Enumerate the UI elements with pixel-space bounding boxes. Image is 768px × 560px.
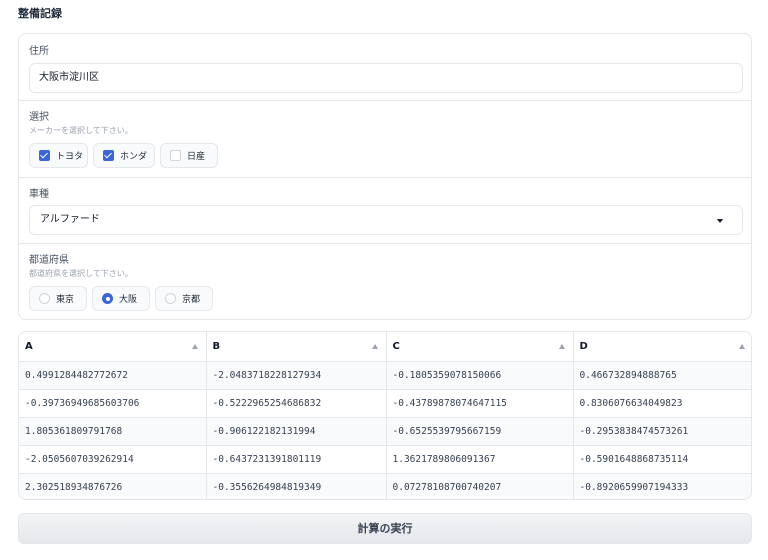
table-cell[interactable]: -0.5222965254686832 [206, 389, 387, 418]
column-header-d[interactable]: D [573, 332, 751, 362]
page-title: 整備記録 [18, 7, 62, 20]
maker-section: 選択 メーカーを選択して下さい。 トヨタ ホンダ 日産 [19, 101, 751, 178]
table-cell[interactable]: 0.4991284482772672 [19, 361, 207, 390]
table-cell[interactable]: 0.8306076634049823 [573, 389, 751, 418]
table-cell[interactable]: -2.0505607039262914 [19, 445, 207, 474]
vehicle-section: 車種 アルファード [19, 178, 751, 244]
table-row: 0.4991284482772672 -2.0483718228127934 -… [19, 361, 751, 390]
address-input[interactable]: 大阪市淀川区 [29, 63, 743, 93]
address-label: 住所 [29, 46, 49, 57]
column-header-label: C [392, 340, 400, 352]
table-cell[interactable]: -0.1805359078150066 [386, 361, 574, 390]
table-cell[interactable]: -0.3556264984819349 [206, 473, 387, 499]
table-cell[interactable]: 1.805361809791768 [19, 417, 207, 446]
column-header-label: D [579, 340, 588, 352]
prefecture-radio-tokyo[interactable]: 東京 [29, 286, 87, 311]
table-cell[interactable]: -0.6525539795667159 [386, 417, 574, 446]
prefecture-info: 都道府県を選択して下さい。 [29, 269, 133, 278]
table-row: -0.39736949685603706 -0.5222965254686832… [19, 389, 751, 418]
prefecture-radio-kyoto[interactable]: 京都 [155, 286, 213, 311]
maker-checkbox-nissan[interactable]: 日産 [160, 143, 218, 168]
sort-arrow-icon[interactable] [371, 344, 378, 349]
radio-unselected-icon [165, 293, 176, 304]
column-header-b[interactable]: B [206, 332, 387, 362]
sort-arrow-icon[interactable] [191, 344, 198, 349]
vehicle-dropdown[interactable]: アルファード [29, 205, 743, 235]
sort-arrow-icon[interactable] [558, 344, 565, 349]
radio-unselected-icon [39, 293, 50, 304]
table-cell[interactable]: -2.0483718228127934 [206, 361, 387, 390]
prefecture-label: 都道府県 [29, 255, 69, 266]
table-row: -2.0505607039262914 -0.6437231391801119 … [19, 445, 751, 474]
prefecture-option-label: 京都 [182, 295, 201, 305]
prefecture-option-label: 大阪 [119, 295, 138, 305]
chevron-down-icon [717, 219, 723, 223]
maker-label: 選択 [29, 112, 49, 123]
table-cell[interactable]: 0.07278108700740207 [386, 473, 574, 499]
checkbox-checked-icon [103, 150, 114, 161]
table-cell[interactable]: -0.43789878074647115 [386, 389, 574, 418]
maker-info: メーカーを選択して下さい。 [29, 126, 133, 135]
prefecture-radio-osaka[interactable]: 大阪 [92, 286, 150, 311]
table-cell[interactable]: -0.5901648868735114 [573, 445, 751, 474]
column-header-label: B [212, 340, 221, 352]
table-cell[interactable]: 0.466732894888765 [573, 361, 751, 390]
table-row: 2.302518934876726 -0.3556264984819349 0.… [19, 473, 751, 499]
checkbox-checked-icon [39, 150, 50, 161]
checkbox-unchecked-icon [170, 150, 181, 161]
table-cell[interactable]: -0.39736949685603706 [19, 389, 207, 418]
table-row: 1.805361809791768 -0.906122182131994 -0.… [19, 417, 751, 446]
run-calculation-button[interactable]: 計算の実行 [18, 513, 752, 544]
column-header-a[interactable]: A [19, 332, 207, 362]
column-header-label: A [25, 340, 33, 352]
form-panel: 住所 大阪市淀川区 選択 メーカーを選択して下さい。 トヨタ ホンダ 日産 車種… [18, 33, 752, 320]
vehicle-label: 車種 [29, 189, 49, 200]
maker-option-label: ホンダ [120, 152, 148, 162]
table-cell[interactable]: -0.906122182131994 [206, 417, 387, 446]
maker-option-label: 日産 [187, 152, 206, 162]
table-cell[interactable]: -0.8920659907194333 [573, 473, 751, 499]
address-section: 住所 大阪市淀川区 [19, 34, 751, 101]
prefecture-option-label: 東京 [56, 295, 75, 305]
table-cell[interactable]: -0.2953838474573261 [573, 417, 751, 446]
maker-option-label: トヨタ [56, 152, 84, 162]
sort-arrow-icon[interactable] [739, 344, 745, 349]
data-table: A B C D 0.4991284482772672 -2.0483718228… [18, 331, 752, 500]
prefecture-section: 都道府県 都道府県を選択して下さい。 東京 大阪 京都 [19, 244, 751, 321]
table-cell[interactable]: -0.6437231391801119 [206, 445, 387, 474]
maker-checkbox-toyota[interactable]: トヨタ [29, 143, 88, 168]
table-header-row: A B C D [19, 332, 751, 362]
maker-checkbox-honda[interactable]: ホンダ [93, 143, 155, 168]
vehicle-dropdown-value: アルファード [40, 214, 100, 225]
column-header-c[interactable]: C [386, 332, 574, 362]
radio-selected-icon [102, 293, 113, 304]
table-cell[interactable]: 2.302518934876726 [19, 473, 207, 499]
table-cell[interactable]: 1.3621789806091367 [386, 445, 574, 474]
